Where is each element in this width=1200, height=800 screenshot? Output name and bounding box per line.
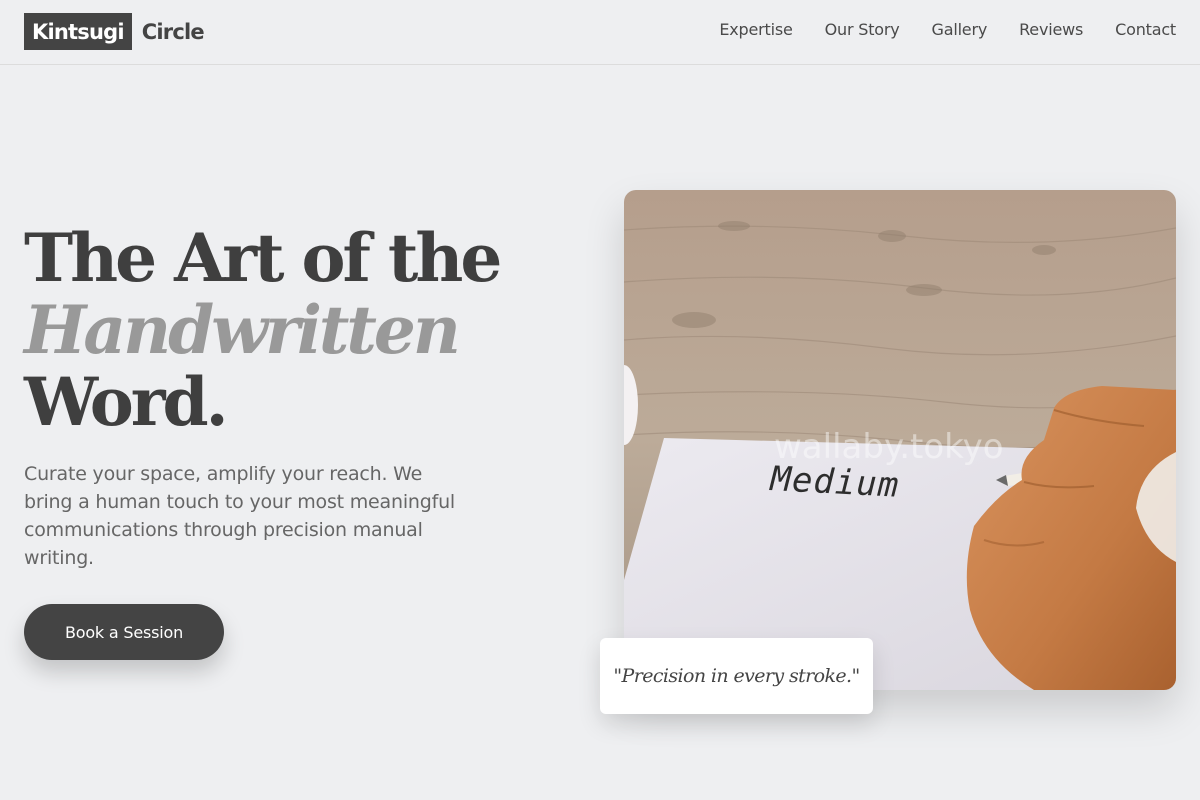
hero-title-line2: Handwritten (24, 291, 461, 369)
main-nav: Expertise Our Story Gallery Reviews Cont… (719, 20, 1176, 39)
nav-gallery[interactable]: Gallery (932, 20, 988, 39)
book-session-button[interactable]: Book a Session (24, 604, 224, 660)
hero-title-line1: The Art of the (24, 219, 502, 297)
nav-contact[interactable]: Contact (1115, 20, 1176, 39)
logo-text: Circle (141, 19, 205, 44)
logo[interactable]: Kintsugi Circle (24, 13, 205, 50)
site-header: Kintsugi Circle Expertise Our Story Gall… (0, 0, 1200, 65)
quote-card: "Precision in every stroke." (600, 638, 873, 714)
nav-reviews[interactable]: Reviews (1019, 20, 1083, 39)
quote-text: "Precision in every stroke." (613, 665, 860, 687)
hero-photo: Medium wallaby.tokyo (624, 190, 1176, 690)
hero-subtitle: Curate your space, amplify your reach. W… (24, 463, 456, 569)
hero-title: The Art of the Handwritten Word. (24, 222, 544, 438)
logo-box: Kintsugi (24, 13, 132, 50)
photo-watermark: wallaby.tokyo (774, 427, 1004, 467)
nav-expertise[interactable]: Expertise (719, 20, 792, 39)
nav-our-story[interactable]: Our Story (825, 20, 900, 39)
hero-title-line3: Word. (24, 363, 229, 441)
